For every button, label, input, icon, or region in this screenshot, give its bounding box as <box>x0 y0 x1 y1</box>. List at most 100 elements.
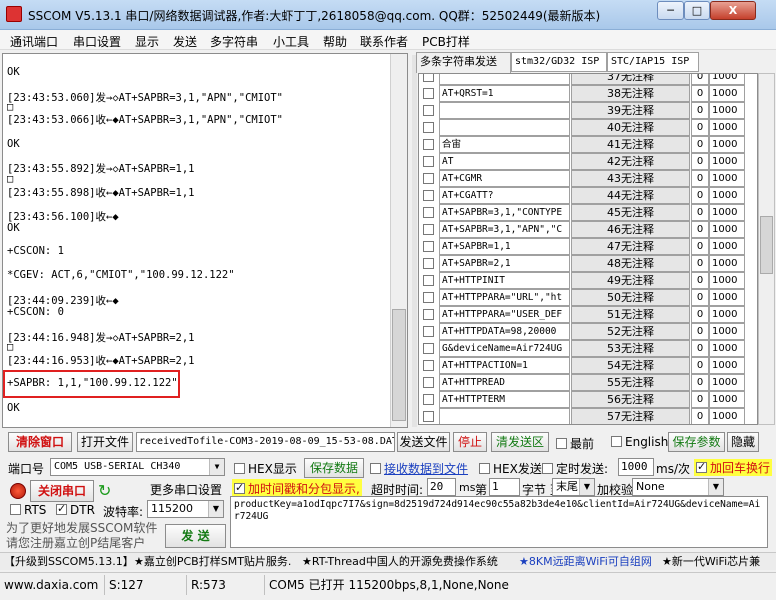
baud-select[interactable]: 115200 ▼ <box>147 500 224 518</box>
command-input[interactable]: AT+CGMR <box>439 170 570 187</box>
command-send-button[interactable]: 37无注释 <box>571 74 690 85</box>
command-delay[interactable]: 1000 <box>709 204 745 221</box>
command-input[interactable]: AT+HTTPINIT <box>439 272 570 289</box>
command-input[interactable]: AT+QRST=1 <box>439 85 570 102</box>
command-send-button[interactable]: 53无注释 <box>571 340 690 357</box>
command-order[interactable]: 0 <box>691 153 709 170</box>
command-input[interactable]: AT <box>439 153 570 170</box>
command-checkbox[interactable] <box>423 377 434 388</box>
command-send-button[interactable]: 41无注释 <box>571 136 690 153</box>
command-delay[interactable]: 1000 <box>709 306 745 323</box>
command-input[interactable]: AT+CGATT? <box>439 187 570 204</box>
command-order[interactable]: 0 <box>691 136 709 153</box>
topmost-checkbox[interactable]: 最前 <box>556 435 594 452</box>
command-checkbox[interactable] <box>423 105 434 116</box>
command-order[interactable]: 0 <box>691 255 709 272</box>
timed-interval-input[interactable]: 1000 <box>618 458 654 476</box>
command-order[interactable]: 0 <box>691 187 709 204</box>
command-delay[interactable]: 1000 <box>709 187 745 204</box>
splitter[interactable] <box>412 55 417 427</box>
command-input[interactable]: AT+HTTPTERM <box>439 391 570 408</box>
command-order[interactable]: 0 <box>691 119 709 136</box>
command-input[interactable]: AT+HTTPREAD <box>439 374 570 391</box>
byte-end-select[interactable]: 末尾 ▼ <box>552 478 595 496</box>
command-delay[interactable]: 1000 <box>709 408 745 424</box>
receive-log[interactable]: OK [23:43:53.060]发→◇AT+SAPBR=3,1,"APN","… <box>2 53 408 428</box>
command-send-button[interactable]: 52无注释 <box>571 323 690 340</box>
command-send-button[interactable]: 39无注释 <box>571 102 690 119</box>
clear-window-button[interactable]: 清除窗口 <box>8 432 72 452</box>
close-port-button[interactable]: 关闭串口 <box>30 480 94 502</box>
command-input[interactable]: AT+SAPBR=3,1,"CONTYPE <box>439 204 570 221</box>
command-delay[interactable]: 1000 <box>709 221 745 238</box>
hide-button[interactable]: 隐藏 <box>727 432 759 452</box>
command-delay[interactable]: 1000 <box>709 170 745 187</box>
command-order[interactable]: 0 <box>691 85 709 102</box>
command-send-button[interactable]: 48无注释 <box>571 255 690 272</box>
command-order[interactable]: 0 <box>691 391 709 408</box>
command-order[interactable]: 0 <box>691 102 709 119</box>
command-delay[interactable]: 1000 <box>709 136 745 153</box>
command-input[interactable]: AT+HTTPACTION=1 <box>439 357 570 374</box>
ad-upgrade[interactable]: 【升级到SSCOM5.13.1】 <box>4 553 134 570</box>
command-send-button[interactable]: 45无注释 <box>571 204 690 221</box>
command-checkbox[interactable] <box>423 343 434 354</box>
command-delay[interactable]: 1000 <box>709 102 745 119</box>
ad-chip[interactable]: ★新一代WiFi芯片兼 <box>662 553 760 570</box>
send-file-button[interactable]: 发送文件 <box>397 432 450 452</box>
command-delay[interactable]: 1000 <box>709 238 745 255</box>
close-button[interactable]: X <box>710 1 756 20</box>
command-delay[interactable]: 1000 <box>709 391 745 408</box>
ad-rtthread[interactable]: ★RT-Thread中国人的开源免费操作系统 <box>302 553 498 570</box>
command-checkbox[interactable] <box>423 190 434 201</box>
command-order[interactable]: 0 <box>691 340 709 357</box>
refresh-icon[interactable]: ↻ <box>98 481 111 500</box>
grid-scroll-thumb[interactable] <box>760 216 773 274</box>
clear-send-button[interactable]: 清发送区 <box>491 432 549 452</box>
byte-start-input[interactable]: 1 <box>489 478 520 496</box>
command-send-button[interactable]: 54无注释 <box>571 357 690 374</box>
menu-item-display[interactable]: 显示 <box>135 33 159 50</box>
minimize-button[interactable]: ─ <box>657 1 684 20</box>
menu-item-pcb[interactable]: PCB打样 <box>422 33 470 50</box>
command-checkbox[interactable] <box>423 139 434 150</box>
command-delay[interactable]: 1000 <box>709 357 745 374</box>
menu-item-multi-string[interactable]: 多字符串 <box>210 33 258 50</box>
command-delay[interactable]: 1000 <box>709 323 745 340</box>
command-checkbox[interactable] <box>423 74 434 82</box>
command-send-button[interactable]: 42无注释 <box>571 153 690 170</box>
command-order[interactable]: 0 <box>691 238 709 255</box>
command-order[interactable]: 0 <box>691 306 709 323</box>
website-link[interactable]: www.daxia.com <box>0 575 104 595</box>
command-checkbox[interactable] <box>423 309 434 320</box>
log-scrollbar[interactable] <box>390 54 407 427</box>
command-delay[interactable]: 1000 <box>709 289 745 306</box>
command-send-button[interactable]: 44无注释 <box>571 187 690 204</box>
hex-display-checkbox[interactable]: HEX显示 <box>234 460 297 477</box>
command-checkbox[interactable] <box>423 156 434 167</box>
command-send-button[interactable]: 43无注释 <box>571 170 690 187</box>
command-checkbox[interactable] <box>423 292 434 303</box>
command-checkbox[interactable] <box>423 207 434 218</box>
menu-item-contact[interactable]: 联系作者 <box>360 33 408 50</box>
command-send-button[interactable]: 38无注释 <box>571 85 690 102</box>
maximize-button[interactable]: □ <box>684 1 710 20</box>
send-button[interactable]: 发 送 <box>165 524 226 548</box>
command-order[interactable]: 0 <box>691 374 709 391</box>
grid-scrollbar[interactable] <box>758 73 775 425</box>
command-checkbox[interactable] <box>423 326 434 337</box>
command-input[interactable]: 合宙 <box>439 136 570 153</box>
menu-item-send[interactable]: 发送 <box>173 33 197 50</box>
command-checkbox[interactable] <box>423 88 434 99</box>
send-input[interactable]: productKey=a1odIqpc7I7&sign=8d2519d724d9… <box>230 496 768 548</box>
command-send-button[interactable]: 57无注释 <box>571 408 690 424</box>
command-input[interactable] <box>439 74 570 85</box>
command-checkbox[interactable] <box>423 241 434 252</box>
command-order[interactable]: 0 <box>691 204 709 221</box>
log-scroll-thumb[interactable] <box>392 309 406 421</box>
menu-item-port[interactable]: 通讯端口 <box>10 33 58 50</box>
command-checkbox[interactable] <box>423 394 434 405</box>
command-delay[interactable]: 1000 <box>709 153 745 170</box>
command-delay[interactable]: 1000 <box>709 272 745 289</box>
command-input[interactable] <box>439 408 570 424</box>
